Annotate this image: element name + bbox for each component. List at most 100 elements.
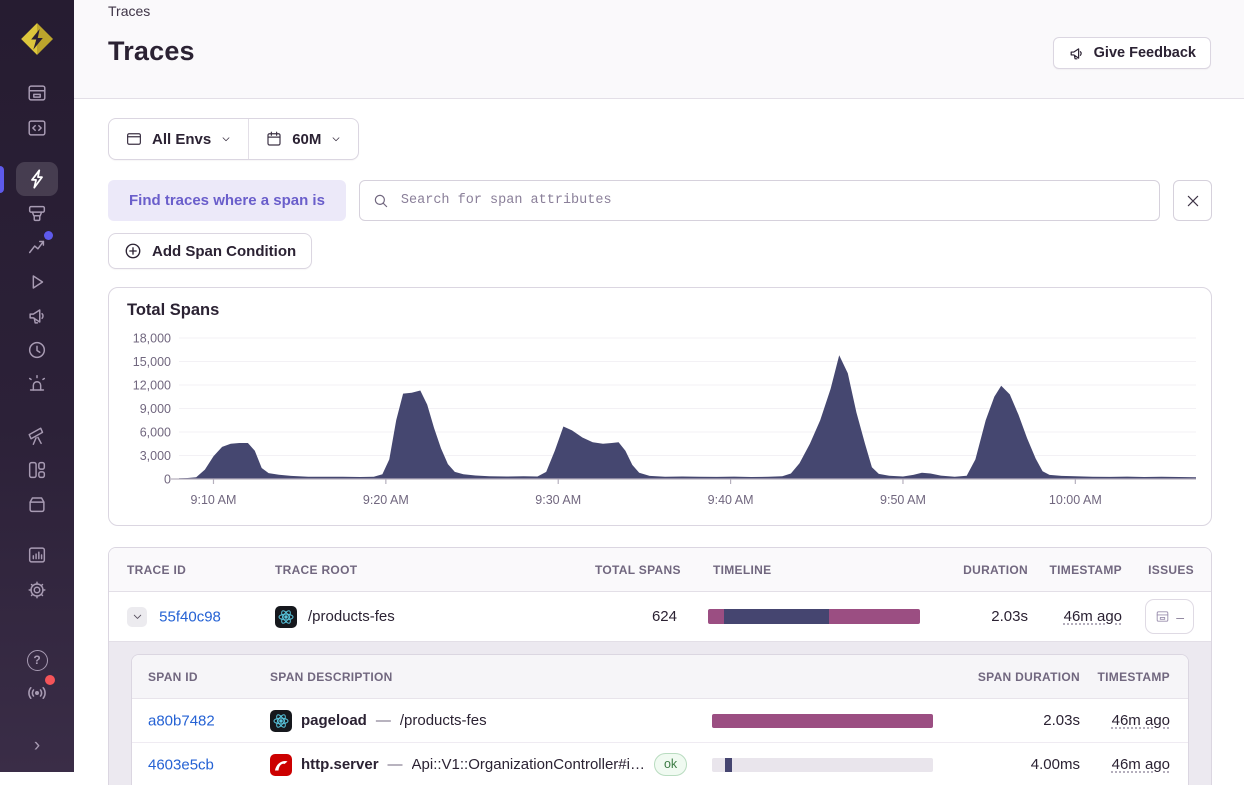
sidebar-item-dashboards[interactable] bbox=[16, 453, 58, 487]
rails-platform-icon bbox=[270, 753, 292, 776]
search-icon bbox=[374, 194, 388, 207]
circle-plus-icon bbox=[125, 243, 141, 259]
expanded-trace-section: SPAN ID SPAN DESCRIPTION SPAN DURATION T… bbox=[109, 641, 1211, 785]
sidebar-item-traces[interactable] bbox=[16, 162, 58, 196]
find-traces-chip: Find traces where a span is bbox=[108, 180, 346, 221]
traces-icon bbox=[31, 169, 43, 189]
sidebar-item-settings[interactable] bbox=[16, 573, 58, 607]
issues-count: – bbox=[1176, 608, 1184, 625]
span-description[interactable]: /products-fes bbox=[400, 712, 487, 729]
trace-root-name[interactable]: /products-fes bbox=[308, 608, 395, 625]
give-feedback-label: Give Feedback bbox=[1093, 45, 1196, 61]
issues-icon bbox=[1156, 611, 1169, 622]
sidebar-item-insights[interactable] bbox=[16, 230, 58, 264]
span-separator: — bbox=[375, 712, 391, 729]
svg-text:9:10 AM: 9:10 AM bbox=[191, 493, 237, 507]
span-timestamp-link[interactable]: 46m ago bbox=[1112, 712, 1170, 729]
time-range-filter-label: 60M bbox=[292, 130, 322, 148]
help-icon: ? bbox=[26, 649, 48, 671]
chevron-right-icon: › bbox=[33, 734, 41, 756]
sidebar-item-alerts[interactable] bbox=[16, 367, 58, 401]
filter-bar: All Envs 60M bbox=[108, 118, 360, 160]
trace-timestamp-link[interactable]: 46m ago bbox=[1064, 608, 1122, 625]
svg-text:6,000: 6,000 bbox=[140, 426, 171, 440]
span-id-link[interactable]: a80b7482 bbox=[148, 712, 215, 729]
gear-icon bbox=[28, 581, 46, 599]
svg-text:12,000: 12,000 bbox=[133, 379, 171, 393]
give-feedback-button[interactable]: Give Feedback bbox=[1052, 37, 1211, 69]
span-row: a80b7482 pageload — /products-fes 2.03s … bbox=[132, 699, 1188, 743]
span-status-badge: ok bbox=[653, 753, 688, 776]
time-range-filter[interactable]: 60M bbox=[249, 119, 358, 159]
svg-text:15,000: 15,000 bbox=[133, 355, 171, 369]
sidebar-item-projects[interactable] bbox=[16, 111, 58, 145]
sentry-logo[interactable] bbox=[16, 19, 58, 59]
col-span-duration: SPAN DURATION bbox=[977, 669, 1080, 684]
trace-id-link[interactable]: 55f40c98 bbox=[159, 608, 221, 625]
col-total-spans: TOTAL SPANS bbox=[595, 562, 681, 577]
span-op: http.server bbox=[301, 756, 379, 773]
svg-text:9:20 AM: 9:20 AM bbox=[363, 493, 409, 507]
span-search-box[interactable] bbox=[358, 180, 1160, 221]
sidebar-item-profiling[interactable] bbox=[16, 196, 58, 230]
span-search-input[interactable] bbox=[398, 192, 1147, 209]
spans-table-header: SPAN ID SPAN DESCRIPTION SPAN DURATION T… bbox=[132, 655, 1188, 699]
add-span-condition-button[interactable]: Add Span Condition bbox=[108, 233, 313, 269]
stats-icon bbox=[28, 547, 46, 563]
sidebar-item-feedback[interactable] bbox=[16, 299, 58, 333]
clear-search-button[interactable] bbox=[1173, 180, 1212, 221]
broadcast-icon bbox=[28, 687, 46, 699]
environment-filter-label: All Envs bbox=[152, 130, 212, 148]
profiling-icon bbox=[28, 205, 46, 222]
trace-timeline-bar[interactable] bbox=[708, 609, 920, 624]
sidebar-item-replays[interactable] bbox=[16, 265, 58, 299]
trace-duration: 2.03s bbox=[991, 608, 1028, 625]
sidebar-item-stats[interactable] bbox=[16, 538, 58, 572]
traces-table: TRACE ID TRACE ROOT TOTAL SPANS TIMELINE… bbox=[108, 547, 1212, 785]
col-span-id: SPAN ID bbox=[148, 669, 198, 684]
dashboards-icon bbox=[28, 461, 46, 479]
megaphone-icon bbox=[1070, 47, 1082, 59]
col-span-timestamp: TIMESTAMP bbox=[1097, 669, 1170, 684]
insights-notification-dot bbox=[44, 231, 53, 240]
trace-issues-button[interactable]: – bbox=[1145, 599, 1194, 634]
active-nav-indicator bbox=[0, 166, 4, 193]
svg-text:9:40 AM: 9:40 AM bbox=[708, 493, 754, 507]
span-id-link[interactable]: 4603e5cb bbox=[148, 756, 214, 773]
insights-icon bbox=[28, 240, 45, 254]
calendar-icon bbox=[267, 131, 281, 146]
chevron-down-icon bbox=[332, 137, 340, 142]
col-trace-root: TRACE ROOT bbox=[275, 562, 358, 577]
sidebar-item-discover[interactable] bbox=[16, 419, 58, 453]
span-timestamp-link[interactable]: 46m ago bbox=[1112, 756, 1170, 773]
span-timeline-bar[interactable] bbox=[712, 713, 933, 728]
trace-row: 55f40c98 /products-fes 624 2.03s 46m ago… bbox=[109, 592, 1211, 641]
collapse-trace-button[interactable] bbox=[127, 606, 147, 627]
siren-icon bbox=[28, 375, 46, 391]
issues-icon bbox=[28, 85, 46, 101]
breadcrumb[interactable]: Traces bbox=[108, 3, 150, 19]
sidebar-item-help[interactable]: ? bbox=[16, 643, 58, 677]
svg-text:9:50 AM: 9:50 AM bbox=[880, 493, 926, 507]
sidebar-item-crons[interactable] bbox=[16, 333, 58, 367]
span-row: 4603e5cb http.server — Api::V1::Organiza… bbox=[132, 743, 1188, 785]
environment-filter[interactable]: All Envs bbox=[109, 119, 248, 159]
traces-table-header: TRACE ID TRACE ROOT TOTAL SPANS TIMELINE… bbox=[109, 548, 1211, 592]
total-spans-chart: 0 3,000 6,000 9,000 12,000 15,000 18,000 9:10 A… bbox=[133, 332, 1196, 507]
span-op: pageload bbox=[301, 712, 367, 729]
sidebar-collapse-button[interactable]: › bbox=[16, 728, 58, 762]
clock-icon bbox=[28, 341, 46, 359]
react-platform-icon bbox=[270, 709, 292, 732]
chevron-down-icon bbox=[133, 614, 141, 619]
projects-icon bbox=[28, 120, 46, 136]
sidebar-item-whats-new[interactable] bbox=[16, 675, 58, 710]
svg-text:9,000: 9,000 bbox=[140, 402, 171, 416]
window-icon bbox=[127, 133, 141, 145]
span-timeline-bar[interactable] bbox=[712, 757, 933, 772]
span-description[interactable]: Api::V1::OrganizationController#i… bbox=[412, 756, 645, 773]
replays-icon bbox=[32, 275, 44, 289]
spans-sub-table: SPAN ID SPAN DESCRIPTION SPAN DURATION T… bbox=[131, 654, 1189, 785]
col-timestamp: TIMESTAMP bbox=[1049, 562, 1122, 577]
sidebar-item-releases[interactable] bbox=[16, 487, 58, 521]
sidebar-item-issues[interactable] bbox=[16, 76, 58, 110]
